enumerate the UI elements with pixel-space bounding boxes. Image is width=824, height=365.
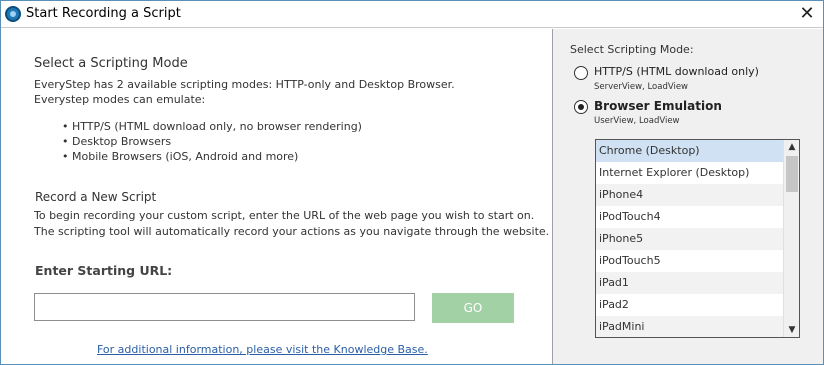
go-button[interactable]: GO bbox=[432, 293, 514, 323]
scroll-down-icon[interactable]: ▼ bbox=[784, 323, 799, 337]
record-description-line-1: To begin recording your custom script, e… bbox=[34, 209, 535, 222]
browser-option[interactable]: Internet Explorer (Desktop) bbox=[596, 162, 783, 184]
dialog-window: Start Recording a Script ✕ Select a Scri… bbox=[0, 0, 824, 365]
scripting-mode-heading: Select a Scripting Mode bbox=[34, 56, 188, 71]
http-mode-label[interactable]: HTTP/S (HTML download only) bbox=[594, 65, 759, 78]
record-description-line-2: The scripting tool will automatically re… bbox=[34, 225, 550, 238]
knowledge-base-link[interactable]: For additional information, please visit… bbox=[97, 343, 428, 356]
close-button[interactable]: ✕ bbox=[797, 4, 817, 24]
browser-emulation-radio[interactable] bbox=[574, 100, 588, 114]
mode-description-line-2: Everystep modes can emulate: bbox=[34, 93, 206, 106]
right-pane: Select Scripting Mode: HTTP/S (HTML down… bbox=[553, 29, 823, 364]
listbox-scrollbar[interactable]: ▲ ▼ bbox=[783, 140, 799, 337]
starting-url-input[interactable] bbox=[34, 293, 415, 321]
browser-option[interactable]: iPad1 bbox=[596, 272, 783, 294]
browser-option[interactable]: Chrome (Desktop) bbox=[596, 140, 783, 162]
bullet-item: • HTTP/S (HTML download only, no browser… bbox=[62, 120, 362, 133]
browser-option[interactable]: iPodTouch4 bbox=[596, 206, 783, 228]
browser-option[interactable]: iPad2 bbox=[596, 294, 783, 316]
browser-option[interactable]: iPodTouch5 bbox=[596, 250, 783, 272]
window-title: Start Recording a Script bbox=[26, 6, 181, 21]
app-icon bbox=[5, 6, 21, 22]
mode-description-line-1: EveryStep has 2 available scripting mode… bbox=[34, 78, 455, 91]
browser-option[interactable]: iPadMini bbox=[596, 316, 783, 337]
left-pane: Select a Scripting Mode EveryStep has 2 … bbox=[2, 29, 553, 364]
bullet-item: • Mobile Browsers (iOS, Android and more… bbox=[62, 150, 299, 163]
browser-option[interactable]: iPhone5 bbox=[596, 228, 783, 250]
http-mode-radio[interactable] bbox=[574, 66, 588, 80]
bullet-item: • Desktop Browsers bbox=[62, 135, 172, 148]
scroll-up-icon[interactable]: ▲ bbox=[784, 140, 799, 154]
browser-emulation-sublabel: UserView, LoadView bbox=[594, 116, 680, 126]
browser-listbox[interactable]: Chrome (Desktop) Internet Explorer (Desk… bbox=[595, 139, 800, 338]
browser-option[interactable]: iPhone4 bbox=[596, 184, 783, 206]
browser-emulation-label[interactable]: Browser Emulation bbox=[594, 99, 722, 113]
record-script-heading: Record a New Script bbox=[35, 190, 157, 204]
scripting-mode-label: Select Scripting Mode: bbox=[570, 43, 694, 56]
http-mode-sublabel: ServerView, LoadView bbox=[594, 82, 689, 92]
starting-url-label: Enter Starting URL: bbox=[35, 263, 173, 278]
title-bar: Start Recording a Script ✕ bbox=[1, 1, 823, 28]
scroll-thumb[interactable] bbox=[786, 156, 798, 192]
